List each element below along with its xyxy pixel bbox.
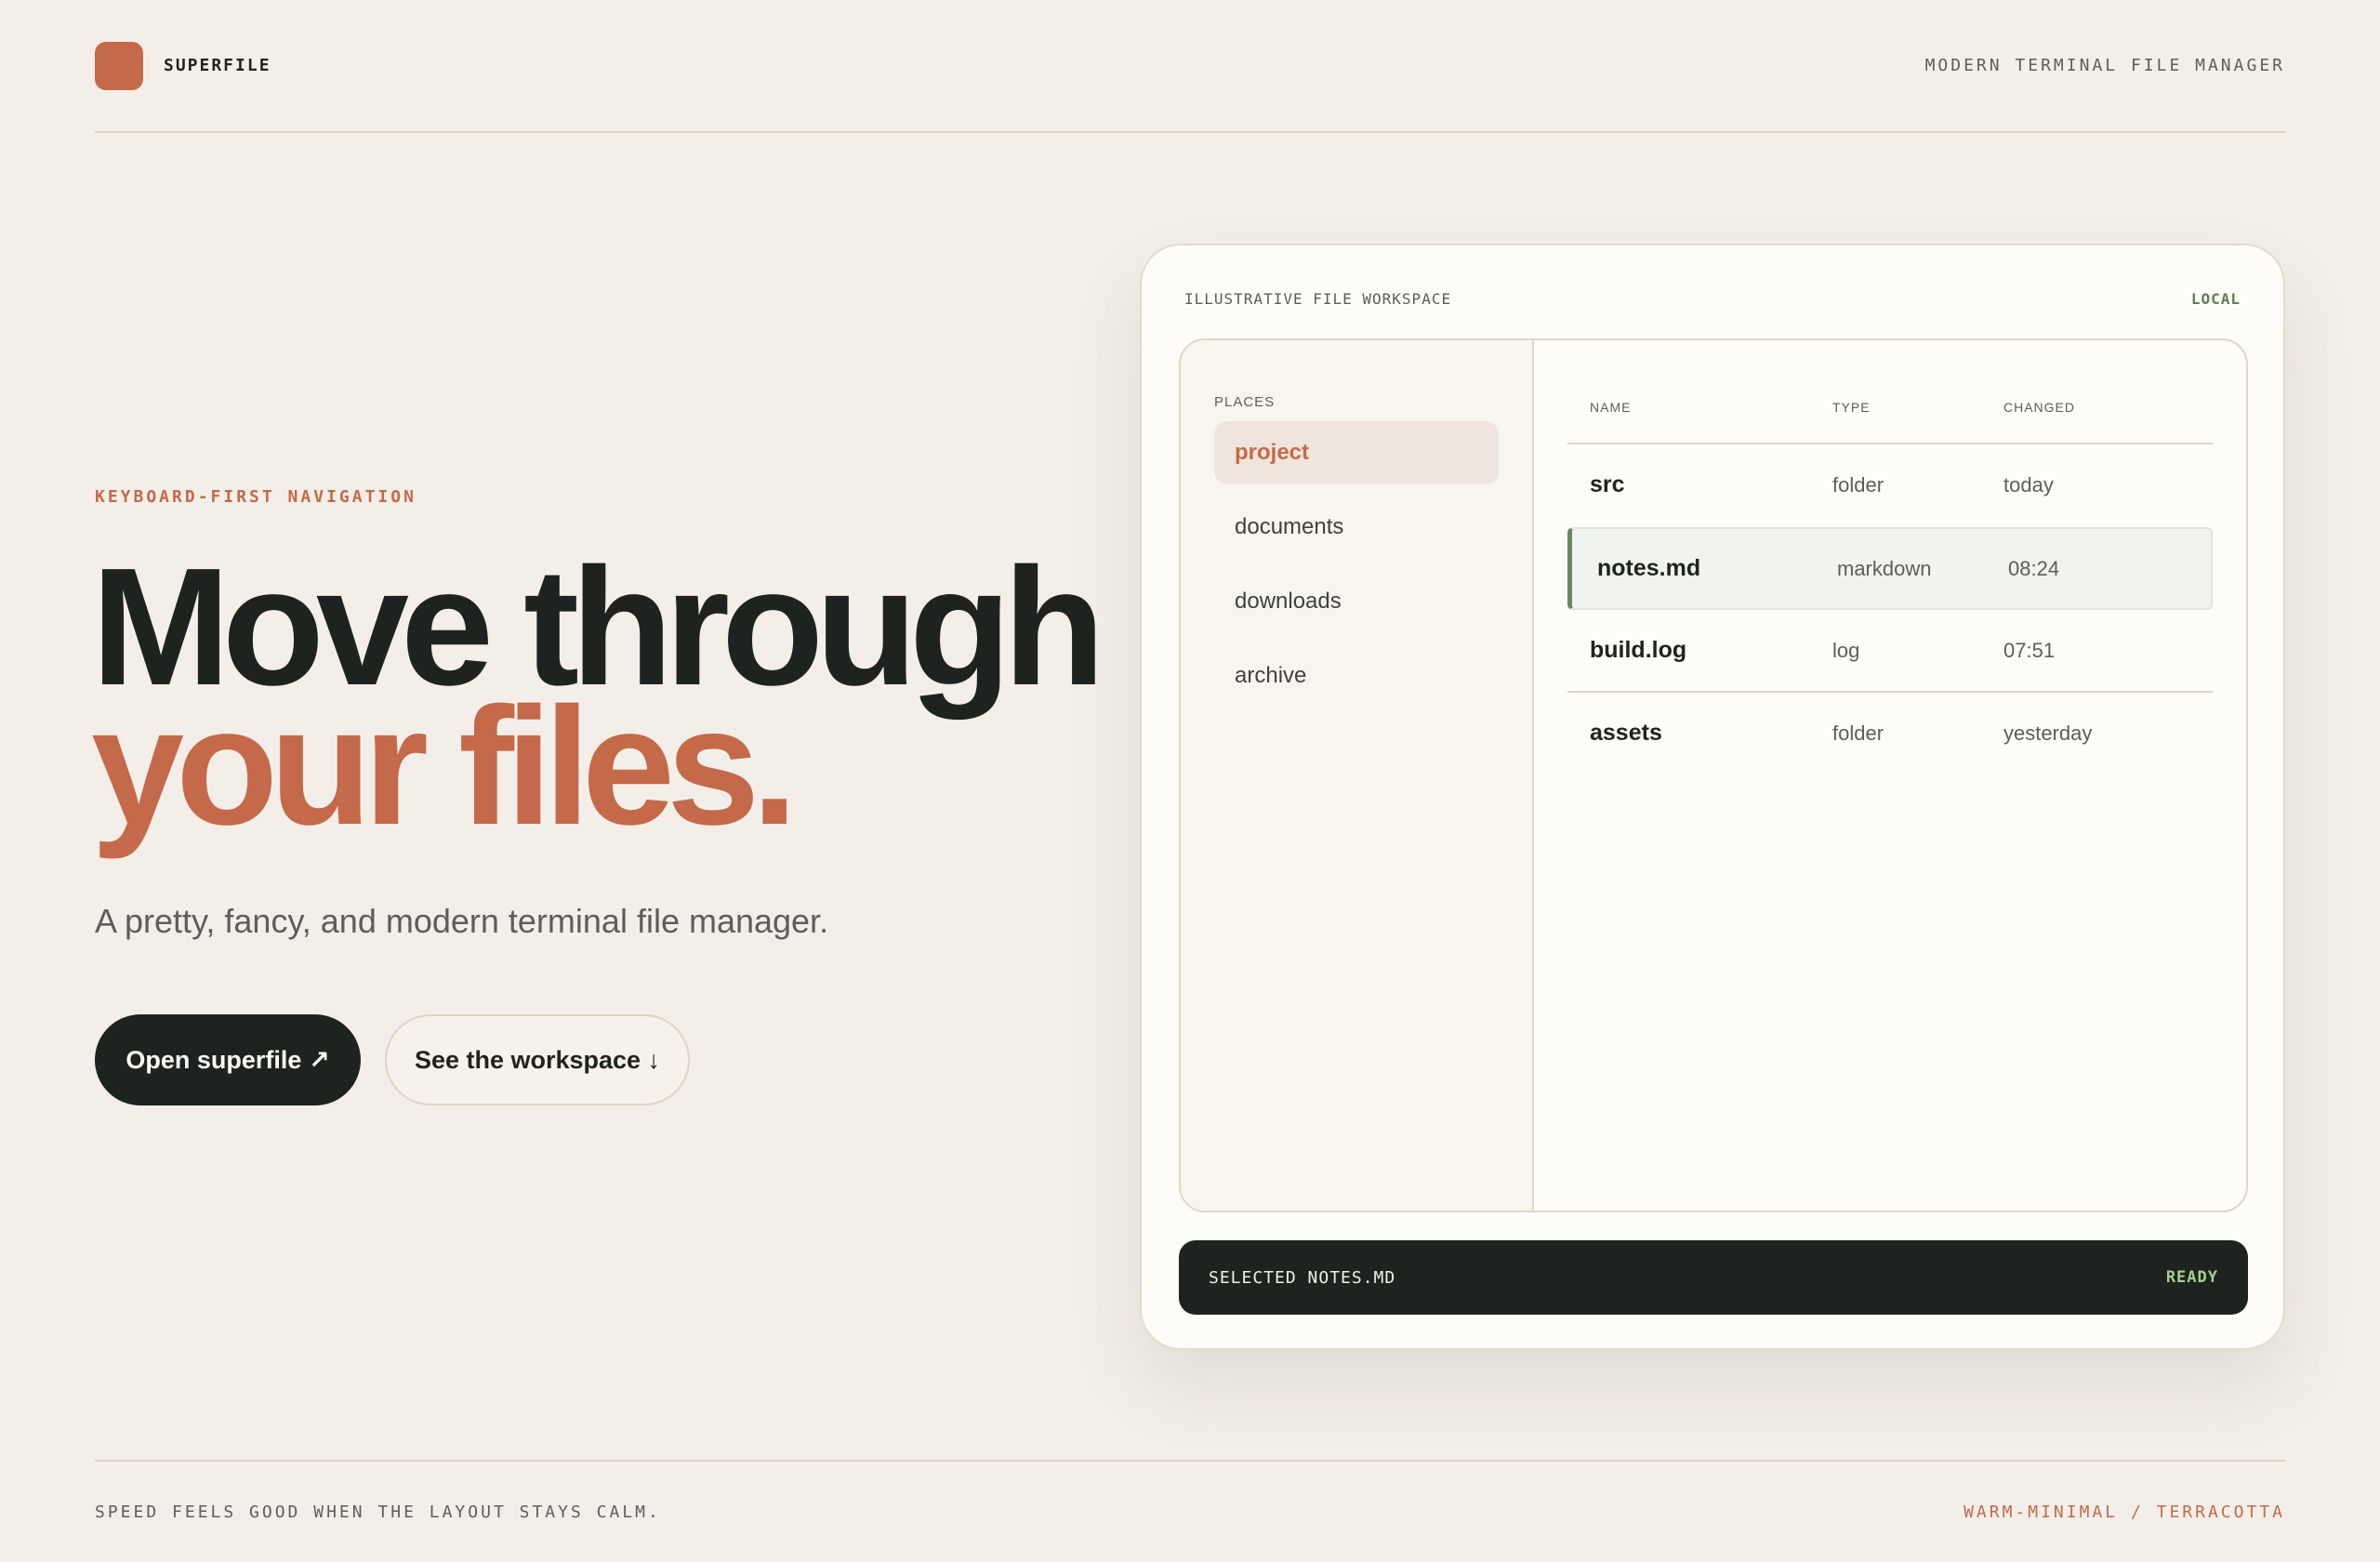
file-row-selected[interactable]: notes.md markdown 08:24	[1567, 527, 2213, 610]
file-type: markdown	[1837, 556, 1932, 580]
file-name: build.log	[1590, 637, 1687, 663]
brand-name: SUPERFILE	[164, 56, 271, 75]
place-item-documents[interactable]: documents	[1214, 496, 1499, 559]
places-label: PLACES	[1214, 394, 1276, 410]
open-superfile-button[interactable]: Open superfile ↗	[95, 1014, 361, 1105]
footer-tagline: SPEED FEELS GOOD WHEN THE LAYOUT STAYS C…	[95, 1502, 661, 1522]
see-workspace-button[interactable]: See the workspace ↓	[385, 1014, 690, 1105]
file-type: folder	[1832, 472, 1884, 496]
workspace-mode-badge: LOCAL	[2190, 290, 2241, 308]
status-text: SELECTED NOTES.MD	[1209, 1267, 1396, 1288]
brand-logo-icon	[95, 41, 143, 90]
place-item-downloads[interactable]: downloads	[1214, 570, 1499, 633]
site-header: SUPERFILE MODERN TERMINAL FILE MANAGER	[95, 0, 2285, 133]
place-item-project[interactable]: project	[1214, 421, 1499, 484]
column-header-name[interactable]: NAME	[1567, 400, 1832, 415]
workspace-title: ILLUSTRATIVE FILE WORKSPACE	[1184, 290, 1452, 308]
file-type: log	[1832, 638, 1860, 662]
file-changed: 07:51	[2003, 638, 2056, 662]
file-name: assets	[1590, 720, 1662, 746]
site-footer: SPEED FEELS GOOD WHEN THE LAYOUT STAYS C…	[95, 1460, 2285, 1562]
status-bar: SELECTED NOTES.MD READY	[1179, 1240, 2248, 1315]
file-list-header: NAME TYPE CHANGED	[1567, 372, 2213, 444]
file-row[interactable]: assets folder yesterday	[1567, 693, 2213, 775]
hero-subtitle: A pretty, fancy, and modern terminal fil…	[95, 902, 829, 940]
workspace-card: ILLUSTRATIVE FILE WORKSPACE LOCAL PLACES…	[1140, 244, 2285, 1350]
places-sidebar: PLACES project documents downloads archi…	[1181, 340, 1534, 1211]
status-ready-badge: READY	[2165, 1268, 2218, 1287]
file-row[interactable]: build.log log 07:51	[1567, 610, 2213, 693]
file-name: src	[1590, 471, 1625, 497]
file-changed: today	[2003, 472, 2054, 496]
file-list: NAME TYPE CHANGED src folder today notes…	[1534, 340, 2246, 1211]
header-tagline: MODERN TERMINAL FILE MANAGER	[1924, 56, 2285, 75]
file-changed: 08:24	[2008, 556, 2060, 580]
file-changed: yesterday	[2003, 721, 2093, 745]
brand[interactable]: SUPERFILE	[95, 41, 271, 90]
column-header-changed[interactable]: CHANGED	[2003, 400, 2213, 415]
hero-headline: Move through your files.	[91, 544, 1114, 851]
place-item-archive[interactable]: archive	[1214, 644, 1499, 708]
file-row[interactable]: src folder today	[1567, 444, 2213, 527]
file-type: folder	[1832, 721, 1884, 745]
file-workspace: PLACES project documents downloads archi…	[1179, 338, 2248, 1212]
hero-eyebrow: KEYBOARD-FIRST NAVIGATION	[95, 487, 416, 507]
column-header-type[interactable]: TYPE	[1832, 400, 2003, 415]
footer-theme-label: WARM-MINIMAL / TERRACOTTA	[1964, 1502, 2285, 1522]
file-name: notes.md	[1597, 555, 1701, 581]
